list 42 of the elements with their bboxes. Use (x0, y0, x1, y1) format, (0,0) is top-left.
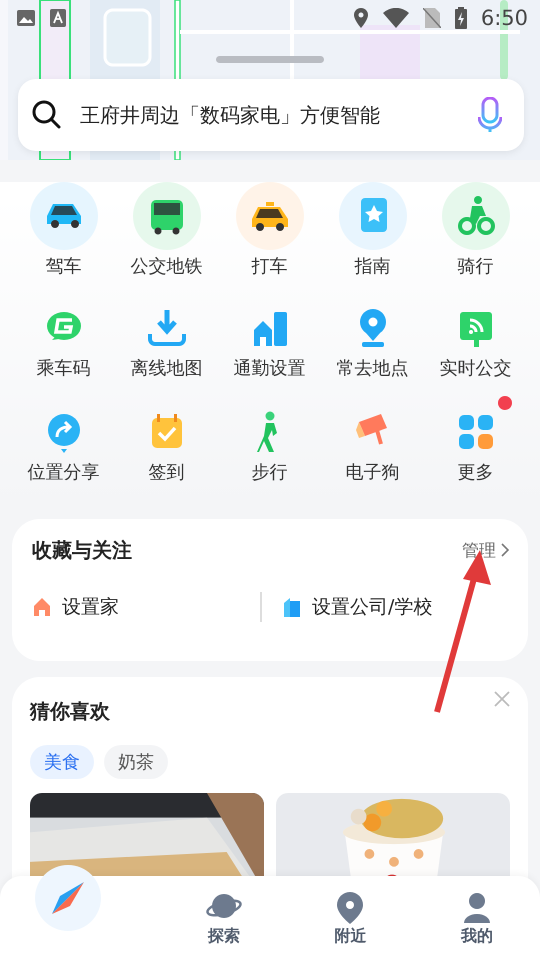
nav-tab[interactable]: 附近 (332, 890, 368, 946)
chevron-icon (500, 542, 510, 558)
shortcut-label[interactable]: 通勤设置 (234, 356, 306, 380)
shortcut-label[interactable]: 步行 (252, 460, 288, 484)
taxi-icon (252, 202, 288, 230)
shortcut-label[interactable]: 骑行 (458, 254, 494, 278)
shortcut-label[interactable]: 更多 (458, 460, 494, 484)
place-item[interactable]: 设置家 (32, 594, 260, 620)
manage-link[interactable]: 管理 (462, 538, 510, 562)
search-input[interactable]: 王府井周边「数码家电」方便智能 (78, 102, 462, 128)
wifi-icon (382, 8, 409, 28)
shortcut-label[interactable]: 公交地铁 (130, 254, 202, 278)
place-item[interactable]: 设置公司/学校 (282, 594, 510, 620)
shortcut-label[interactable]: 位置分享 (28, 460, 100, 484)
no-sim-icon (422, 8, 441, 28)
shortcut-label[interactable]: 实时公交 (440, 356, 512, 380)
close-icon[interactable] (494, 691, 510, 707)
shortcut-label[interactable]: 乘车码 (36, 356, 90, 380)
shortcut-label[interactable]: 常去地点 (336, 356, 408, 380)
search-icon (32, 100, 62, 130)
section-title: 猜你喜欢 (30, 698, 110, 724)
building-icon (282, 597, 302, 617)
microphone-icon[interactable] (478, 97, 502, 133)
car-icon (46, 204, 80, 228)
shortcut-label[interactable]: 打车 (252, 254, 288, 278)
section-title: 收藏与关注 (32, 536, 132, 564)
image-icon (16, 8, 36, 28)
shortcut-label[interactable]: 电子狗 (346, 460, 400, 484)
battery-icon (454, 7, 467, 29)
keyboard-icon (50, 9, 66, 27)
category-chip[interactable]: 奶茶 (104, 745, 168, 779)
shortcut-label[interactable]: 签到 (148, 460, 184, 484)
location-icon (352, 8, 369, 28)
category-chip[interactable]: 美食 (30, 745, 94, 779)
shortcut-label[interactable]: 驾车 (46, 254, 82, 278)
house-icon (32, 597, 52, 617)
shortcut-label[interactable]: 指南 (354, 254, 390, 278)
shortcut-label[interactable]: 离线地图 (130, 356, 202, 380)
drag-handle[interactable] (216, 56, 324, 63)
nav-tab[interactable]: 我的 (458, 890, 495, 946)
status-time: 6:50 (480, 6, 528, 30)
nav-tab[interactable]: 探索 (206, 890, 242, 946)
